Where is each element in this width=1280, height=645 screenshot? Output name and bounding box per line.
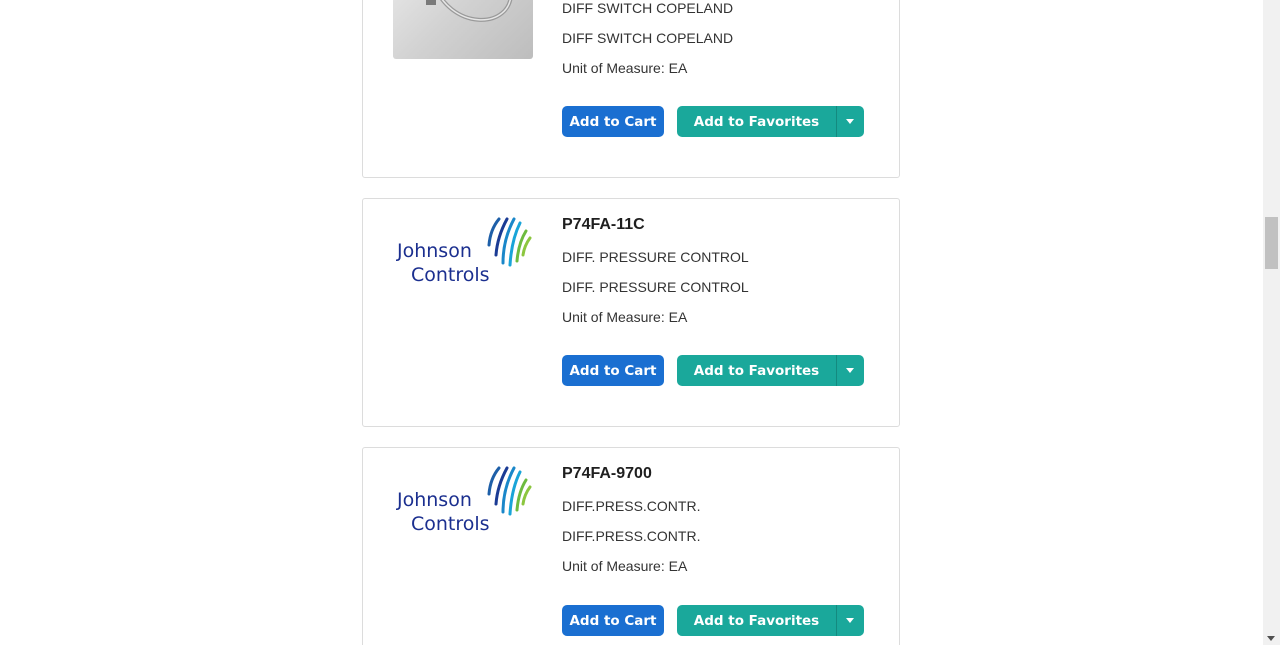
product-part-number[interactable]: P74FA-9700	[562, 465, 652, 483]
favorites-dropdown-toggle[interactable]	[836, 106, 864, 137]
unit-of-measure: Unit of Measure: EA	[562, 60, 688, 76]
logo-text-controls: Controls	[411, 513, 490, 535]
favorites-dropdown-toggle[interactable]	[836, 605, 864, 636]
add-to-favorites-button[interactable]: Add to Favorites	[677, 106, 836, 137]
johnson-controls-logo-icon: Johnson Controls	[396, 466, 532, 535]
product-image: Johnson Controls	[393, 215, 533, 295]
product-card: DIFF SWITCH COPELAND DIFF SWITCH COPELAN…	[362, 0, 900, 178]
unit-of-measure: Unit of Measure: EA	[562, 309, 688, 325]
product-description: DIFF.PRESS.CONTR.	[562, 498, 701, 514]
product-description-secondary: DIFF.PRESS.CONTR.	[562, 528, 701, 544]
favorites-dropdown-toggle[interactable]	[836, 355, 864, 386]
product-card: Johnson Controls P74FA-11C DIFF. PRESSUR…	[362, 198, 900, 427]
add-to-cart-button[interactable]: Add to Cart	[562, 355, 664, 386]
product-description: DIFF. PRESSURE CONTROL	[562, 249, 749, 265]
vertical-scrollbar[interactable]	[1263, 0, 1280, 645]
add-to-favorites-button[interactable]: Add to Favorites	[677, 605, 836, 636]
caret-down-icon	[846, 119, 854, 124]
product-description-secondary: DIFF SWITCH COPELAND	[562, 30, 734, 46]
caret-down-icon	[846, 368, 854, 373]
logo-text-johnson: Johnson	[396, 489, 472, 511]
johnson-controls-logo-icon: Johnson Controls	[396, 217, 532, 286]
add-to-cart-button[interactable]: Add to Cart	[562, 605, 664, 636]
caret-down-icon	[846, 618, 854, 623]
pressure-switch-icon	[426, 0, 513, 22]
product-image: Johnson Controls	[393, 464, 533, 544]
add-to-cart-button[interactable]: Add to Cart	[562, 106, 664, 137]
product-image	[393, 0, 533, 59]
scrollbar-thumb[interactable]	[1265, 217, 1278, 269]
logo-text-controls: Controls	[411, 264, 490, 286]
logo-text-johnson: Johnson	[396, 240, 472, 262]
product-card: Johnson Controls P74FA-9700 DIFF.PRESS.C…	[362, 447, 900, 645]
product-part-number[interactable]: P74FA-11C	[562, 216, 645, 234]
page-viewport: DIFF SWITCH COPELAND DIFF SWITCH COPELAN…	[0, 0, 1280, 645]
product-description: DIFF SWITCH COPELAND	[562, 0, 734, 16]
scroll-down-arrow-icon[interactable]	[1267, 636, 1275, 641]
add-to-favorites-button[interactable]: Add to Favorites	[677, 355, 836, 386]
unit-of-measure: Unit of Measure: EA	[562, 558, 688, 574]
product-description-secondary: DIFF. PRESSURE CONTROL	[562, 279, 749, 295]
